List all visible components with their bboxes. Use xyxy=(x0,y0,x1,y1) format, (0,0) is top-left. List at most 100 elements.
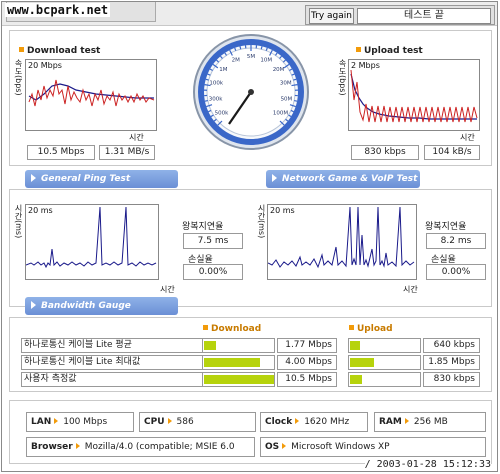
lan-info: LAN 100 Mbps xyxy=(26,412,134,432)
download-gauge-bar xyxy=(202,355,275,370)
download-xlabel: 시간 xyxy=(129,133,144,142)
arrow-right-icon xyxy=(75,443,80,449)
ram-value: 256 MB xyxy=(413,417,448,427)
test-timestamp: / 2003-01-28 15:12:33 xyxy=(364,459,491,470)
download-gauge-value: 10.5 Mbps xyxy=(277,372,337,387)
ping-panel: 시간(ms) 20 ms 시간 왕복지연율 7.5 ms 손실율 0.00% 시… xyxy=(9,189,492,307)
ping-ylabel: 시간(ms) xyxy=(14,204,23,239)
orange-dot-icon xyxy=(356,47,361,52)
bandwidth-row-label: 하나로통신 케이블 Lite 평균 xyxy=(21,338,203,353)
os-info: OS Microsoft Windows XP xyxy=(260,437,486,457)
clock-info: Clock 1620 MHz xyxy=(260,412,368,432)
lan-label: LAN xyxy=(31,417,52,427)
ping-xlabel: 시간 xyxy=(160,285,175,294)
download-scale-label: 20 Mbps xyxy=(28,61,62,70)
download-title-text: Download test xyxy=(27,46,101,56)
download-gauge-fill xyxy=(204,375,274,384)
arrow-right-icon xyxy=(167,418,172,424)
ping-scale-label: 20 ms xyxy=(28,206,53,215)
lan-value: 100 Mbps xyxy=(63,417,108,427)
browser-value: Mozilla/4.0 (compatible; MSIE 6.0 xyxy=(84,442,235,452)
clock-label: Clock xyxy=(265,417,293,427)
upload-title: Upload test xyxy=(356,46,423,56)
arrow-right-icon xyxy=(404,418,409,424)
arrow-right-icon xyxy=(295,418,300,424)
ping-loss-value: 0.00% xyxy=(183,264,243,280)
os-value: Microsoft Windows XP xyxy=(291,442,390,452)
game-latency-value: 8.2 ms xyxy=(426,233,486,249)
gauge-tick-label: 50M xyxy=(281,96,293,102)
gauge-tick xyxy=(239,46,242,50)
gauge-tick xyxy=(293,78,297,81)
browser-label: Browser xyxy=(31,442,73,452)
upload-gauge-value: 830 kbps xyxy=(423,372,480,387)
bandwidth-section-title: Bandwidth Gauge xyxy=(41,301,131,311)
os-label: OS xyxy=(265,442,280,452)
upload-gauge-bar xyxy=(348,355,421,370)
ping-latency-label: 왕복지연율 xyxy=(182,222,224,232)
clock-value: 1620 MHz xyxy=(304,417,350,427)
ram-label: RAM xyxy=(379,417,402,427)
upload-chart: 2 Mbps xyxy=(348,59,480,131)
upload-avg-line xyxy=(350,73,477,120)
ping-trace xyxy=(26,206,157,269)
bandwidth-upload-header: Upload xyxy=(349,324,393,334)
ping-section-bar: General Ping Test xyxy=(25,170,178,188)
game-latency-label: 왕복지연율 xyxy=(425,222,467,232)
bandwidth-row-label: 하나로통신 케이블 Lite 최대값 xyxy=(21,355,203,370)
speed-panel: Download test 속도(bps) 20 Mbps 시간 10.5 Mb… xyxy=(9,30,492,166)
cpu-label: CPU xyxy=(144,417,165,427)
game-chart-svg xyxy=(268,206,415,269)
game-section-title: Network Game & VoIP Test xyxy=(282,174,418,184)
upload-gauge-fill xyxy=(350,341,360,350)
download-gauge-fill xyxy=(204,358,260,367)
game-trace xyxy=(268,206,415,269)
ping-chart-svg xyxy=(26,206,157,269)
ram-info: RAM 256 MB xyxy=(374,412,486,432)
bandwidth-download-header: Download xyxy=(203,324,261,334)
gauge-tick-label: 100M xyxy=(273,111,288,117)
gauge-tick-label: 100k xyxy=(209,81,223,87)
gauge-tick-label: 300k xyxy=(209,96,223,102)
upload-gauge-fill xyxy=(350,375,362,384)
test-status-field: 테스트 끝 xyxy=(357,8,491,24)
upload-gauge-bar xyxy=(348,372,421,387)
game-section-bar: Network Game & VoIP Test xyxy=(266,170,420,188)
gauge-tick xyxy=(204,99,208,102)
game-loss-value: 0.00% xyxy=(426,264,486,280)
orange-dot-icon xyxy=(19,47,24,52)
download-gauge-bar xyxy=(202,338,275,353)
bandwidth-section-bar: Bandwidth Gauge xyxy=(25,297,178,315)
gauge-tick-label: 5M xyxy=(247,54,255,60)
speed-gauge: 500k 300k 100k 1M 2M 5M 10M20M 30M 50M 100M xyxy=(193,34,309,150)
upload-instant-line xyxy=(350,69,478,123)
download-title: Download test xyxy=(19,46,100,56)
bandwidth-upload-header-text: Upload xyxy=(357,324,393,334)
bandwidth-panel: Download Upload 하나로통신 케이블 Lite 평균 1.77 Mb… xyxy=(9,317,492,392)
game-xlabel: 시간 xyxy=(403,285,418,294)
gauge-tick xyxy=(205,78,209,81)
download-gauge-bar xyxy=(202,372,275,387)
upload-xlabel: 시간 xyxy=(460,133,475,142)
gauge-tick-label: 10M xyxy=(260,57,272,63)
gauge-tick-label: 500k xyxy=(215,111,229,117)
game-ylabel: 시간(ms) xyxy=(257,204,266,239)
gauge-tick-label: 20M xyxy=(273,67,285,73)
play-arrow-icon xyxy=(272,174,277,182)
download-ylabel: 속도(bps) xyxy=(14,59,23,96)
ping-chart: 20 ms xyxy=(25,204,159,280)
gauge-tick xyxy=(260,46,263,50)
play-arrow-icon xyxy=(31,301,36,309)
download-speed-bps: 10.5 Mbps xyxy=(27,145,95,160)
speed-test-window: Try again 테스트 끝 Download test 속도(bps) 20… xyxy=(1,1,498,472)
try-again-button[interactable]: Try again xyxy=(309,8,354,24)
bandwidth-row-label: 사용자 측정값 xyxy=(21,372,203,387)
site-watermark: www.bcpark.net xyxy=(5,3,111,17)
upload-speed-bytes: 104 kB/s xyxy=(424,145,480,160)
arrow-right-icon xyxy=(282,443,287,449)
upload-ylabel: 속도(bps) xyxy=(338,59,347,96)
ping-latency-value: 7.5 ms xyxy=(183,233,243,249)
try-again-group: Try again 테스트 끝 xyxy=(305,5,495,25)
download-speed-bytes: 1.31 MB/s xyxy=(99,145,155,160)
orange-dot-icon xyxy=(203,325,208,330)
